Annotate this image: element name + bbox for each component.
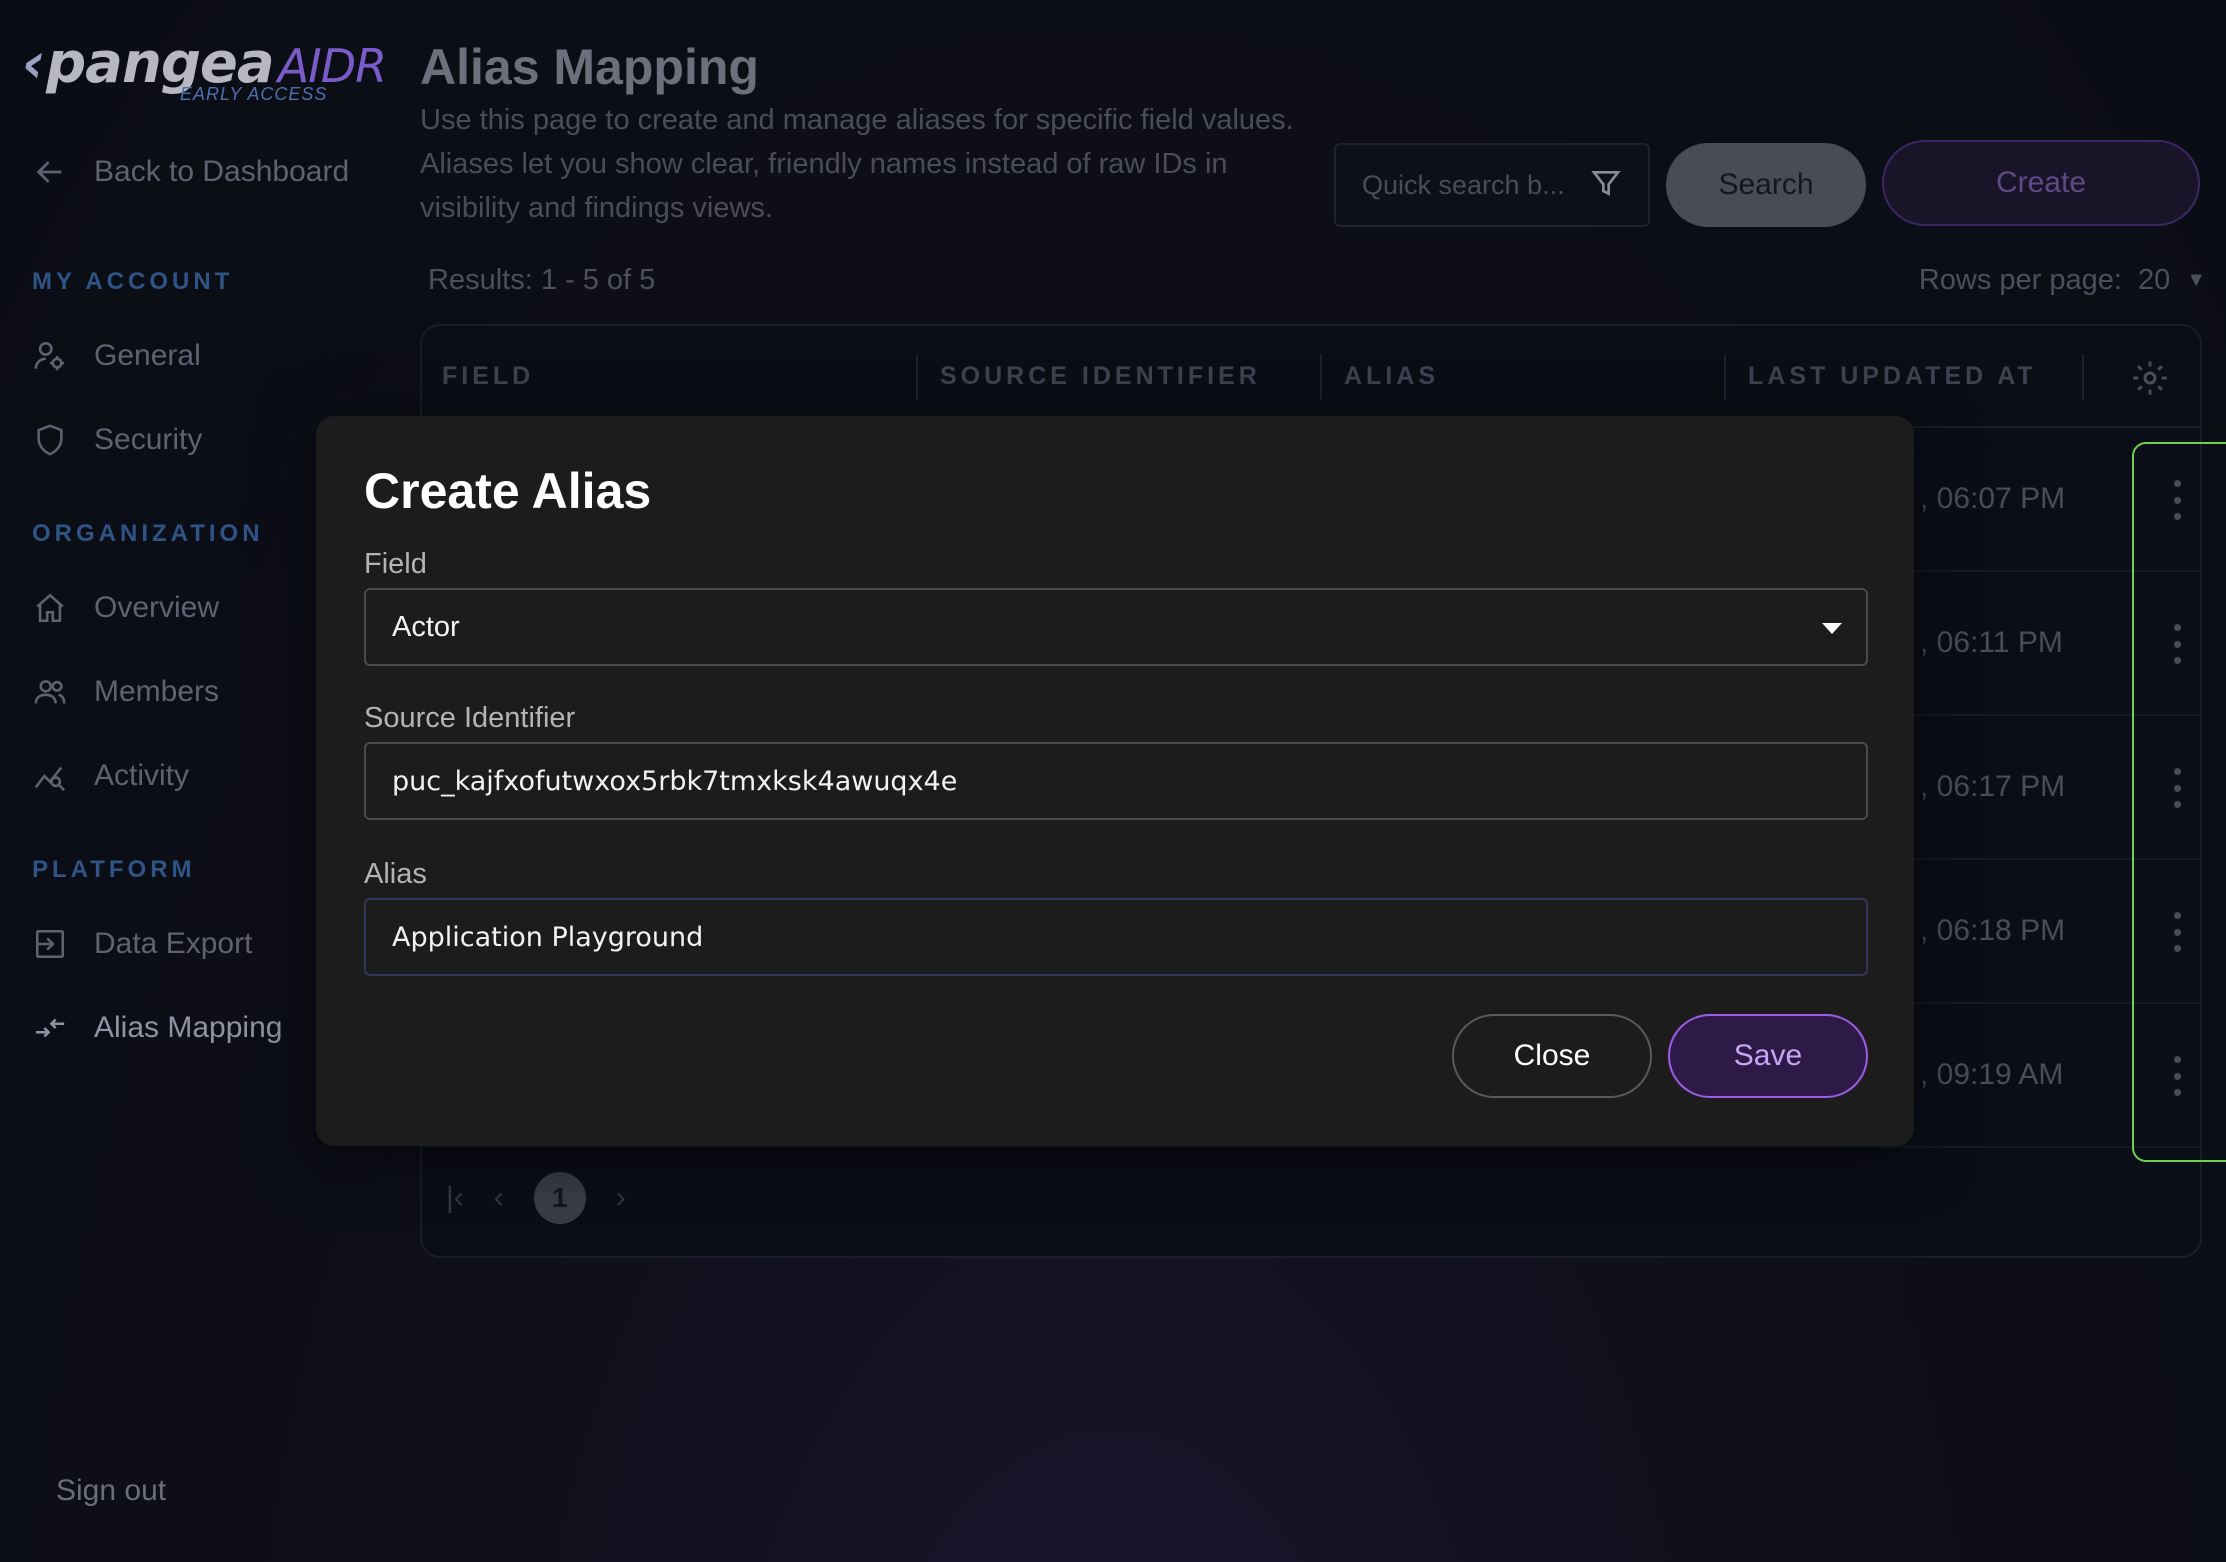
last-updated-cell: , 06:11 PM <box>1920 626 2063 659</box>
pangea-logo[interactable]: ‹pangeaAIDR EARLY ACCESS <box>22 31 387 105</box>
gear-icon[interactable] <box>2130 358 2170 398</box>
caret-down-icon <box>1822 623 1842 634</box>
search-button[interactable]: Search <box>1666 143 1866 227</box>
section-my-account: MY ACCOUNT <box>32 268 234 295</box>
page-number[interactable]: 1 <box>533 1172 586 1224</box>
rows-per-page-label: Rows per page: <box>1918 264 2122 296</box>
logo-chevron-icon: ‹ <box>22 31 45 96</box>
actions-column-highlight <box>2132 442 2226 1162</box>
last-updated-cell: , 06:07 PM <box>1920 482 2066 515</box>
page-description: Use this page to create and manage alias… <box>420 104 1294 224</box>
sidebar-item-label: Data Export <box>94 927 253 960</box>
source-identifier-label: Source Identifier <box>364 702 576 734</box>
sidebar-item-overview[interactable]: Overview <box>32 586 219 630</box>
column-header-last-updated[interactable]: LAST UPDATED AT <box>1748 362 2037 391</box>
sidebar-item-alias-mapping[interactable]: Alias Mapping <box>32 1006 282 1050</box>
sidebar-item-label: Overview <box>94 591 220 624</box>
back-to-dashboard-label: Back to Dashboard <box>94 155 350 188</box>
quick-search-input[interactable] <box>1362 169 1572 201</box>
dialog-title: Create Alias <box>364 463 652 519</box>
create-alias-dialog: Create Alias Field Actor Source Identifi… <box>316 416 1914 1146</box>
page-title: Alias Mapping <box>420 39 759 95</box>
filter-icon[interactable] <box>1590 167 1622 204</box>
last-updated-cell: , 09:19 AM <box>1920 1058 2064 1091</box>
sign-out-link[interactable]: Sign out <box>56 1474 166 1508</box>
source-identifier-input[interactable] <box>392 765 1840 797</box>
alias-input[interactable] <box>392 921 1840 953</box>
arrow-left-icon <box>32 154 68 190</box>
first-page-icon[interactable]: |‹ <box>446 1181 464 1215</box>
alias-mapping-icon <box>32 1010 68 1046</box>
source-identifier-field <box>364 742 1868 820</box>
column-divider <box>1724 354 1726 400</box>
sidebar-item-activity[interactable]: Activity <box>32 754 189 798</box>
last-updated-cell: , 06:18 PM <box>1920 914 2066 947</box>
column-header-field[interactable]: FIELD <box>442 362 534 391</box>
sidebar-item-general[interactable]: General <box>32 334 201 378</box>
prev-page-icon[interactable]: ‹ <box>494 1181 504 1215</box>
save-button[interactable]: Save <box>1668 1014 1868 1098</box>
back-to-dashboard-link[interactable]: Back to Dashboard <box>32 150 349 194</box>
sidebar-item-label: General <box>94 339 201 372</box>
close-button[interactable]: Close <box>1452 1014 1652 1098</box>
app-page: ‹pangeaAIDR EARLY ACCESS Back to Dashboa… <box>0 0 2226 1562</box>
sidebar-item-label: Members <box>94 675 220 708</box>
sidebar-item-label: Alias Mapping <box>94 1011 283 1044</box>
rows-per-page[interactable]: Rows per page: 20 ▼ <box>1919 264 2206 297</box>
quick-search-box <box>1334 143 1650 227</box>
members-icon <box>32 674 68 710</box>
user-gear-icon <box>32 338 68 374</box>
column-divider <box>2082 354 2084 400</box>
last-updated-cell: , 06:17 PM <box>1920 770 2066 803</box>
chevron-down-icon: ▼ <box>2186 269 2206 291</box>
shield-icon <box>32 422 68 458</box>
alias-label: Alias <box>364 858 427 890</box>
column-divider <box>916 354 918 400</box>
next-page-icon[interactable]: › <box>616 1181 626 1215</box>
alias-field <box>364 898 1868 976</box>
sidebar-item-data-export[interactable]: Data Export <box>32 922 252 966</box>
home-icon <box>32 590 68 626</box>
activity-icon <box>32 758 68 794</box>
rows-per-page-value: 20 <box>2137 264 2171 296</box>
sidebar-item-label: Security <box>94 423 203 456</box>
sidebar-item-label: Activity <box>94 759 190 792</box>
export-icon <box>32 926 68 962</box>
sidebar-item-security[interactable]: Security <box>32 418 202 462</box>
column-header-alias[interactable]: ALIAS <box>1344 362 1439 391</box>
field-label: Field <box>364 548 427 580</box>
sidebar-item-members[interactable]: Members <box>32 670 219 714</box>
create-button[interactable]: Create <box>1882 140 2200 226</box>
logo-tag: EARLY ACCESS <box>180 84 328 104</box>
column-divider <box>1320 354 1322 400</box>
section-platform: PLATFORM <box>32 856 196 883</box>
column-header-source-identifier[interactable]: SOURCE IDENTIFIER <box>940 362 1261 391</box>
field-select[interactable]: Actor <box>364 588 1868 666</box>
section-organization: ORGANIZATION <box>32 520 264 547</box>
field-select-value: Actor <box>392 610 460 643</box>
pagination: |‹ ‹ 1 › <box>446 1172 626 1224</box>
table-header: FIELD SOURCE IDENTIFIER ALIAS LAST UPDAT… <box>422 326 2200 428</box>
results-count: Results: 1 - 5 of 5 <box>428 264 656 296</box>
